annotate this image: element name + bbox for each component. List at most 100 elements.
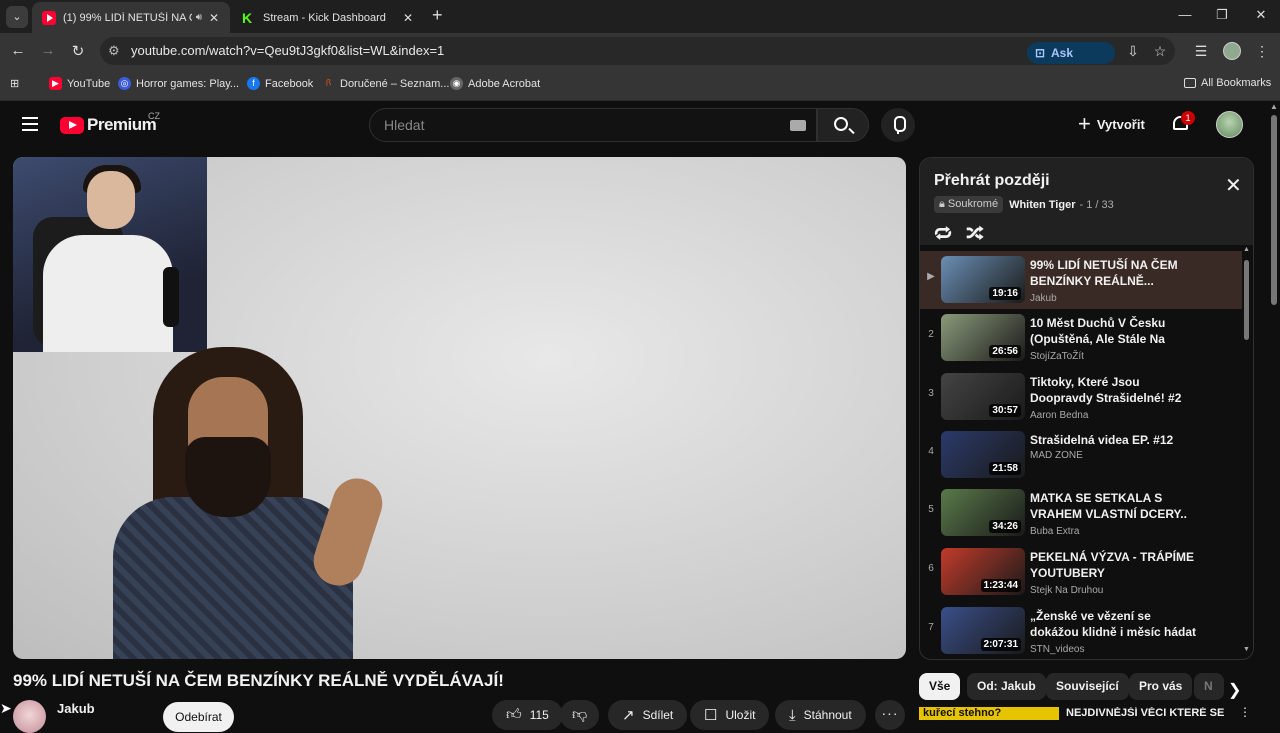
youtube-header: Premium CZ Hledat + Vytvořit 1 — [0, 101, 1268, 149]
account-avatar[interactable] — [1216, 111, 1243, 138]
facebook-icon: f — [247, 77, 260, 90]
video-player[interactable] — [13, 157, 906, 659]
search-placeholder: Hledat — [384, 117, 425, 133]
playlist-item-channel: Stejk Na Druhou — [1030, 585, 1104, 596]
loop-icon[interactable]: 🔁︎ — [934, 219, 952, 246]
close-window-icon[interactable]: ✕ — [1251, 7, 1271, 23]
bookmark-label: Adobe Acrobat — [468, 77, 541, 90]
chip-all[interactable]: Vše — [919, 673, 961, 700]
speaker-icon[interactable]: 🔊︎ — [196, 12, 202, 23]
duration-badge: 26:56 — [989, 345, 1021, 358]
channel-name[interactable]: Jakub — [57, 701, 95, 716]
acrobat-icon: ◉ — [450, 77, 463, 90]
recommended-title: NEJDIVNĚJŠÍ VĚCI KTERÉ SE — [1066, 707, 1225, 719]
playlist-item[interactable]: 2 26:56 10 Měst Duchů V Česku (Opuštěná, A… — [920, 309, 1242, 367]
close-tab-icon[interactable]: ✕ — [206, 11, 222, 25]
all-bookmarks[interactable]: All Bookmarks — [1184, 77, 1271, 89]
browser-tab-bar: ⌄ (1) 99% LIDÍ NETUŠÍ NA ČEM BENZÍNKY RE… — [0, 0, 1280, 33]
playlist-item-index: 5 — [928, 504, 934, 515]
profile-avatar[interactable] — [1223, 42, 1241, 60]
install-icon[interactable]: ⇩ — [1124, 43, 1142, 60]
playlist-item-thumbnail: 21:58 — [941, 431, 1025, 478]
create-button[interactable]: + Vytvořit — [1078, 111, 1145, 136]
search-button[interactable] — [817, 108, 869, 142]
ask-google-button[interactable]: Ask Google — [1027, 42, 1115, 82]
share-button[interactable]: ↗ Sdílet — [608, 700, 688, 730]
url-text: youtube.com/watch?v=Qeu9tJ3gkf0&list=WL&… — [131, 43, 445, 58]
like-button[interactable]: 👍︎ 115 — [492, 700, 563, 730]
youtube-premium-logo[interactable]: Premium CZ — [60, 111, 160, 135]
channel-avatar[interactable] — [13, 700, 46, 733]
reading-list-icon[interactable]: ☰ — [1192, 43, 1210, 60]
playlist-item[interactable]: ▶ 19:16 99% LIDÍ NETUŠÍ NA ČEM BENZÍNKY RE… — [920, 251, 1242, 309]
unsubscribe-button[interactable]: Odebírat — [163, 702, 234, 732]
dislike-button[interactable]: 👎︎ — [560, 700, 600, 730]
chip-from-channel[interactable]: Od: Jakub — [967, 673, 1046, 700]
chip-related[interactable]: Související — [1046, 673, 1129, 700]
new-tab-button[interactable]: + — [432, 5, 443, 26]
playlist-item-thumbnail: 34:26 — [941, 489, 1025, 536]
globe-icon: ◎ — [118, 77, 131, 90]
apps-grid-icon[interactable]: ⊞ — [10, 77, 19, 90]
playlist-item-index: ▶ — [927, 271, 935, 282]
playlist-item[interactable]: 4 21:58 Strašidelná videa EP. #12 MAD ZONE — [920, 426, 1242, 484]
minimize-icon[interactable]: — — [1175, 7, 1195, 22]
playlist-item-channel: STN_videos — [1030, 644, 1085, 655]
bookmark-horror-games[interactable]: ◎ Horror games: Play... — [118, 77, 239, 90]
playlist-title[interactable]: Přehrát později — [934, 172, 1050, 190]
menu-kebab-icon[interactable]: ⋮ — [1253, 43, 1271, 60]
keyboard-icon[interactable] — [790, 120, 806, 131]
back-icon[interactable]: ← — [8, 42, 28, 59]
youtube-icon — [42, 10, 56, 25]
duration-badge: 19:16 — [989, 287, 1021, 300]
tab-youtube[interactable]: (1) 99% LIDÍ NETUŠÍ NA ČEM BENZÍNKY REÁL… — [32, 2, 230, 33]
star-icon[interactable]: ☆ — [1151, 43, 1169, 60]
restore-icon[interactable]: ❐ — [1212, 7, 1232, 23]
folder-icon — [1184, 78, 1196, 88]
tab-kick[interactable]: K Stream - Kick Dashboard ✕ — [232, 2, 424, 33]
close-playlist-icon[interactable]: ✕ — [1225, 176, 1242, 196]
duration-badge: 2:07:31 — [980, 638, 1021, 651]
bookmark-youtube[interactable]: ▶ YouTube — [49, 77, 110, 90]
playlist-item[interactable]: 7 2:07:31 „Ženské ve vězení se dokážou kli… — [920, 602, 1242, 659]
playlist-item[interactable]: 5 34:26 MATKA SE SETKALA S VRAHEM VLASTNÍ … — [920, 484, 1242, 542]
playlist-item-channel: MAD ZONE — [1030, 450, 1083, 461]
chip-for-you[interactable]: Pro vás — [1129, 673, 1193, 700]
forward-icon[interactable]: → — [38, 42, 58, 59]
hamburger-menu-icon[interactable] — [22, 117, 38, 135]
voice-search-icon[interactable] — [881, 108, 915, 142]
plus-icon: + — [1078, 111, 1091, 136]
playlist-owner[interactable]: Whiten Tiger — [1009, 199, 1075, 211]
playlist-scrollbar[interactable]: ▲ ▼ — [1242, 246, 1252, 656]
search-input[interactable]: Hledat — [369, 108, 817, 142]
recommended-thumbnail: kuřecí stehno? — [919, 707, 1059, 720]
privacy-badge: 🔒︎ Soukromé — [934, 196, 1004, 213]
bookmark-seznam[interactable]: ꟗ Doručené – Seznam... — [322, 77, 450, 90]
bookmark-adobe-acrobat[interactable]: ◉ Adobe Acrobat — [450, 77, 540, 90]
chevron-right-icon[interactable]: ❯ — [1228, 680, 1241, 700]
playlist-items: ▶ 19:16 99% LIDÍ NETUŠÍ NA ČEM BENZÍNKY RE… — [920, 245, 1253, 659]
shuffle-icon[interactable]: 🔀︎ — [966, 219, 984, 246]
bookmark-facebook[interactable]: f Facebook — [247, 77, 313, 90]
chip-overflow[interactable]: N — [1194, 673, 1224, 700]
recommended-video[interactable]: kuřecí stehno? NEJDIVNĚJŠÍ VĚCI KTERÉ SE… — [919, 707, 1254, 720]
playlist-position: - 1 / 33 — [1079, 198, 1114, 211]
notifications-bell-icon[interactable]: 1 — [1171, 111, 1195, 135]
reload-icon[interactable]: ↻ — [68, 42, 88, 60]
url-field[interactable]: ⚙︎ youtube.com/watch?v=Qeu9tJ3gkf0&list=… — [100, 37, 1175, 65]
more-actions-icon[interactable]: ··· — [875, 700, 905, 730]
download-button[interactable]: ⤓ Stáhnout — [775, 700, 866, 730]
more-icon[interactable]: ⋮ — [1239, 707, 1251, 719]
save-icon: ☐ — [704, 707, 718, 724]
tab-title: (1) 99% LIDÍ NETUŠÍ NA ČEM BENZÍNKY REÁL… — [63, 11, 192, 24]
playlist-item[interactable]: 6 1:23:44 PEKELNÁ VÝZVA - TRÁPÍME YOUTUBER… — [920, 543, 1242, 601]
playlist-item[interactable]: 3 30:57 Tiktoky, Které Jsou Doopravdy Stra… — [920, 368, 1242, 426]
playlist-item-index: 3 — [928, 388, 934, 399]
tab-search-button[interactable]: ⌄ — [6, 6, 28, 28]
youtube-logo-icon — [60, 116, 84, 134]
site-info-icon[interactable]: ⚙︎ — [108, 43, 120, 59]
close-tab-icon[interactable]: ✕ — [400, 11, 416, 25]
page-scrollbar[interactable]: ▲ — [1268, 101, 1280, 720]
save-button[interactable]: ☐ Uložit — [690, 700, 770, 730]
playlist-item-thumbnail: 26:56 — [941, 314, 1025, 361]
